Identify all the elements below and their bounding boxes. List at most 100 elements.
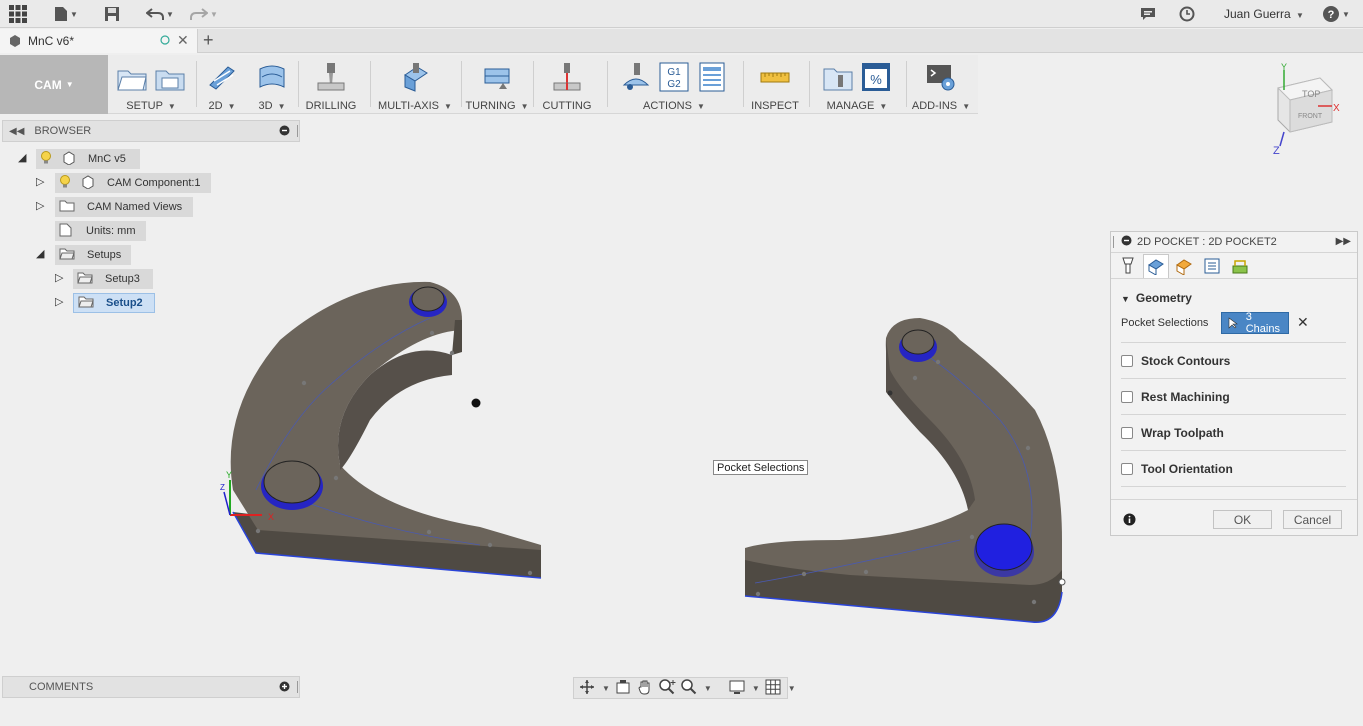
look-at-icon[interactable] [614,678,632,699]
tree-node-label: CAM Component:1 [107,177,201,189]
tree-node-named-views[interactable]: CAM Named Views [55,197,193,217]
inspect-button[interactable]: INSPECT [747,55,803,114]
display-settings-icon[interactable] [728,678,746,699]
tree-toggle-expanded[interactable]: ◢ [18,151,26,164]
user-menu[interactable]: Juan Guerra ▼ [1224,7,1304,21]
resize-handle[interactable] [297,125,298,137]
pan-hand-icon[interactable] [636,678,654,699]
3d-group[interactable]: 3D ▼ [250,55,294,114]
tree-node-setup3[interactable]: Setup3 [73,269,153,289]
stock-contours-checkbox[interactable] [1121,354,1133,367]
option-label: Wrap Toolpath [1141,425,1224,440]
multi-axis-group[interactable]: MULTI-AXIS ▼ [374,55,456,114]
dialog-expand-icon[interactable]: ▶▶ [1336,236,1351,247]
undo-button[interactable]: ▼ [142,4,178,24]
info-icon[interactable] [1123,513,1136,529]
comments-title: COMMENTS [29,681,94,693]
notifications-icon[interactable] [1139,4,1157,24]
clear-selection-icon[interactable]: ✕ [1297,314,1309,331]
2d-group-label: 2D [208,100,223,112]
tree-toggle-collapsed[interactable]: ▷ [36,199,44,212]
add-comment-icon[interactable] [279,681,290,695]
wrap-toolpath-option[interactable]: Wrap Toolpath [1121,415,1346,451]
help-menu-button[interactable]: ? ▼ [1320,4,1352,24]
toolbar-ribbon: CAM ▼ SETUP ▼ 2D ▼ 3D ▼ DRILLING MULTI-AX… [0,55,978,114]
tree-node-root[interactable]: MnC v5 [36,149,140,169]
rest-machining-option[interactable]: Rest Machining [1121,379,1346,415]
orbit-icon[interactable] [578,678,596,699]
component-icon [81,174,95,192]
browser-header[interactable]: ◀◀ BROWSER [2,120,300,142]
tree-toggle-collapsed[interactable]: ▷ [55,295,63,308]
stock-contours-option[interactable]: Stock Contours [1121,343,1346,379]
cutting-label: CUTTING [542,100,592,112]
tree-node-units[interactable]: Units: mm [55,221,146,241]
tab-geometry[interactable] [1143,253,1169,278]
wrap-toolpath-checkbox[interactable] [1121,426,1133,439]
tab-tool[interactable] [1115,254,1141,278]
tab-passes[interactable] [1199,254,1225,278]
divider [1111,499,1357,500]
tool-orientation-checkbox[interactable] [1121,462,1133,475]
close-tab-icon[interactable]: ✕ [177,32,189,49]
origin-y-label: Y [226,470,232,480]
actions-group[interactable]: G1 G2 ACTIONS ▼ [612,55,736,114]
tree-toggle-collapsed[interactable]: ▷ [36,175,44,188]
2d-group[interactable]: 2D ▼ [200,55,244,114]
new-tab-icon[interactable]: + [203,30,214,51]
visibility-bulb-icon[interactable] [40,150,52,168]
zoom-icon[interactable] [658,678,676,699]
tooltip-text: Pocket Selections [717,461,805,474]
grid-icon[interactable] [764,678,782,699]
tree-node-label: Units: mm [86,225,136,237]
ok-button[interactable]: OK [1213,510,1272,529]
left-part[interactable] [230,281,542,579]
redo-button[interactable]: ▼ [186,4,222,24]
visibility-bulb-icon[interactable] [59,174,71,192]
document-tab[interactable]: MnC v6* ✕ [0,29,198,53]
file-menu-button[interactable]: ▼ [52,4,80,24]
drilling-button[interactable]: DRILLING [302,55,360,114]
collapse-browser-icon[interactable]: ◀◀ [9,126,24,137]
units-document-icon [59,223,72,240]
job-status-icon[interactable] [1178,4,1196,24]
tree-node-setups[interactable]: Setups [55,245,131,265]
tree-node-cam-component[interactable]: CAM Component:1 [55,173,211,193]
fit-icon[interactable] [680,678,698,699]
cutting-icon [553,63,581,91]
ribbon-divider [196,61,197,107]
view-cube[interactable]: TOP FRONT Y X Z [1262,60,1352,160]
add-ins-group[interactable]: ADD-INS ▼ [910,55,972,114]
workspace-switcher[interactable]: CAM ▼ [0,55,108,114]
browser-minimize-icon[interactable] [279,125,290,139]
apps-grid-icon[interactable] [8,4,28,24]
tree-toggle-expanded[interactable]: ◢ [36,247,44,260]
dialog-grip[interactable] [1113,236,1115,248]
turning-group[interactable]: TURNING ▼ [465,55,529,114]
tree-node-setup2[interactable]: Setup2 [73,293,155,313]
tree-toggle-collapsed[interactable]: ▷ [55,271,63,284]
geometry-section-header[interactable]: ▼ Geometry [1121,291,1192,305]
pocket-selections-button[interactable]: 3 Chains [1221,311,1289,335]
ribbon-divider [461,61,462,107]
view-cube-x-axis: X [1333,103,1340,114]
template-icon-percent: % [870,72,882,87]
save-icon[interactable] [102,4,122,24]
option-label: Tool Orientation [1141,461,1233,476]
tree-node-label: MnC v5 [88,153,126,165]
setup-folder-icon [117,70,147,91]
comments-panel-header[interactable]: COMMENTS [2,676,300,698]
dialog-minimize-icon[interactable] [1121,235,1132,249]
cancel-button[interactable]: Cancel [1283,510,1342,529]
cutting-button[interactable]: CUTTING [537,55,597,114]
dialog-header[interactable]: 2D POCKET : 2D POCKET2 ▶▶ [1111,232,1357,253]
tab-heights[interactable] [1171,254,1197,278]
tool-orientation-option[interactable]: Tool Orientation [1121,451,1346,487]
rest-machining-checkbox[interactable] [1121,390,1133,403]
resize-handle[interactable] [297,681,298,693]
ribbon-divider [298,61,299,107]
tab-linking[interactable] [1227,254,1253,278]
setup-group[interactable]: SETUP ▼ [110,55,192,114]
manage-group[interactable]: % MANAGE ▼ [813,55,901,114]
template-icon: % [862,63,890,91]
